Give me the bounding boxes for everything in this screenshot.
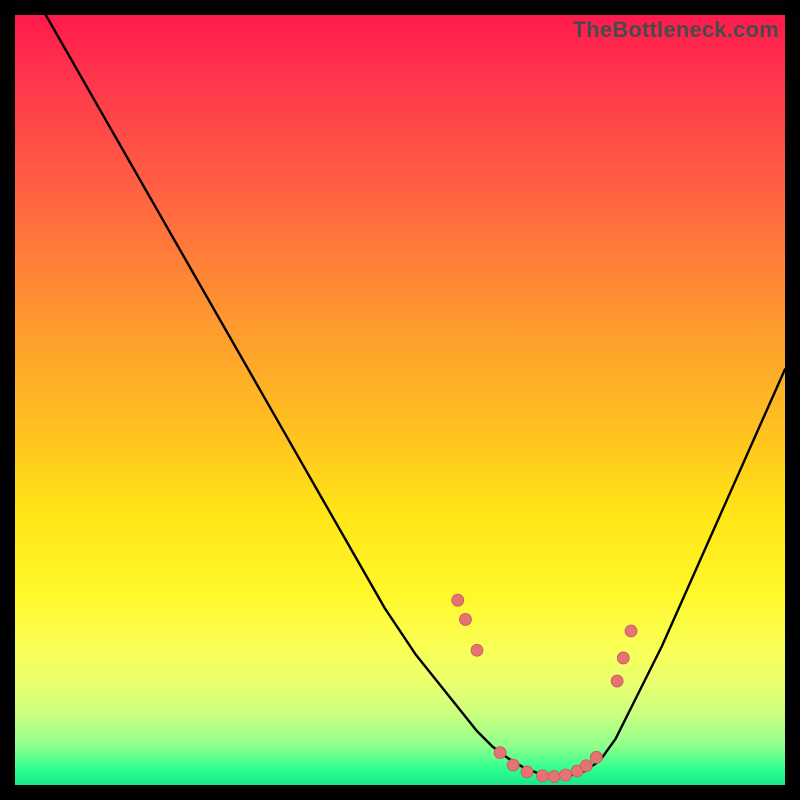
bottleneck-curve <box>15 15 785 777</box>
curve-dot <box>459 613 471 625</box>
curve-dot <box>521 766 533 778</box>
curve-dot <box>590 751 602 763</box>
curve-dot <box>471 644 483 656</box>
chart-svg <box>15 15 785 785</box>
curve-dots <box>452 594 637 782</box>
plot-area <box>15 15 785 785</box>
curve-dot <box>494 747 506 759</box>
curve-dot <box>560 769 572 781</box>
chart-frame: TheBottleneck.com <box>15 15 785 785</box>
curve-dot <box>580 760 592 772</box>
curve-dot <box>507 759 519 771</box>
curve-dot <box>548 771 560 783</box>
curve-dot <box>611 675 623 687</box>
curve-dot <box>625 625 637 637</box>
curve-dot <box>617 652 629 664</box>
watermark-text: TheBottleneck.com <box>573 17 779 43</box>
curve-dot <box>452 594 464 606</box>
curve-dot <box>536 770 548 782</box>
